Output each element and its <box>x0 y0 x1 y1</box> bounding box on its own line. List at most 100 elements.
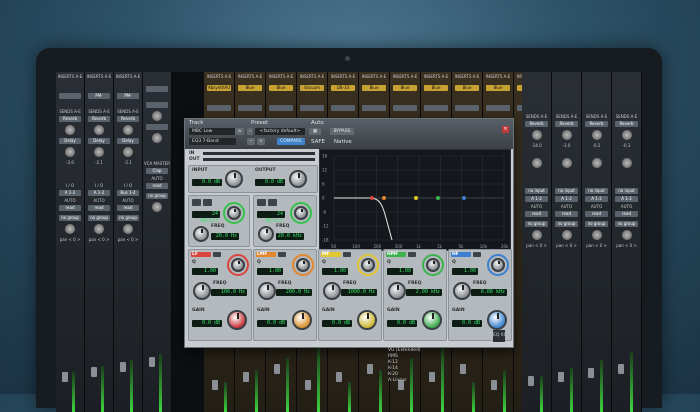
send-slot[interactable] <box>146 102 168 108</box>
hpf-slope-knob[interactable] <box>227 206 241 220</box>
band-shape-icon[interactable] <box>473 252 481 257</box>
io-input[interactable]: no input <box>585 188 608 194</box>
insert-slot-2[interactable] <box>455 105 479 111</box>
preset-minus-button[interactable]: − <box>247 138 255 145</box>
insert-slot[interactable]: Vacuum <box>300 85 324 91</box>
band-handle[interactable] <box>370 196 374 200</box>
auto-mode[interactable]: read <box>585 211 608 217</box>
volume-fader[interactable] <box>618 364 624 374</box>
plugin-selector[interactable]: EQ3 7-Band <box>189 138 236 145</box>
group-slot[interactable]: no group <box>146 193 168 199</box>
send-knob[interactable] <box>531 130 542 140</box>
io-output[interactable]: A 1-2 <box>525 196 548 202</box>
pan-knob[interactable] <box>152 202 162 212</box>
preset-selector[interactable]: <factory default> <box>255 128 305 135</box>
send-knob[interactable] <box>621 130 632 140</box>
insert-slot[interactable]: Blue <box>486 85 510 91</box>
track-selector[interactable]: MBC Low <box>189 128 236 135</box>
auto-mode[interactable]: read <box>59 205 81 211</box>
pan-knob[interactable] <box>65 224 75 234</box>
insert-slot[interactable]: Blue <box>424 85 448 91</box>
pan-knob[interactable] <box>621 230 632 240</box>
group-slot[interactable]: no group <box>525 221 548 227</box>
io-output[interactable]: Bus 1-4 <box>117 190 139 196</box>
delay-slot[interactable]: Delay <box>117 138 139 144</box>
insert-slot[interactable]: Blue <box>455 85 479 91</box>
pan-knob[interactable] <box>94 224 104 234</box>
pan-knob[interactable] <box>561 230 572 240</box>
send-slot[interactable]: Reverb <box>59 116 81 122</box>
lpf-shape-icon[interactable] <box>268 199 277 206</box>
io-input[interactable]: no input <box>555 188 578 194</box>
freq-knob[interactable] <box>453 282 471 300</box>
q-knob[interactable] <box>361 258 375 272</box>
volume-fader[interactable] <box>429 372 435 382</box>
gain-readout[interactable]: 0.0 dB <box>387 320 417 327</box>
hpf-freq-readout[interactable]: 20.0 Hz <box>211 233 239 240</box>
send-knob-2[interactable] <box>621 158 632 168</box>
send-knob[interactable] <box>94 125 104 135</box>
band-shape-icon[interactable] <box>408 252 416 257</box>
delay-slot[interactable]: Delay <box>59 138 81 144</box>
send-knob-2[interactable] <box>65 147 75 157</box>
send-knob[interactable] <box>561 130 572 140</box>
safe-label[interactable]: SAFE <box>311 139 325 145</box>
q-readout[interactable]: 1.00 <box>257 268 283 275</box>
hpf-shape-icon[interactable] <box>203 199 212 206</box>
io-output[interactable]: A 1-2 <box>585 196 608 202</box>
gain-knob[interactable] <box>292 310 312 330</box>
preset-plus-button[interactable]: + <box>257 138 265 145</box>
freq-knob[interactable] <box>193 282 211 300</box>
band-handle[interactable] <box>414 196 418 200</box>
delay-slot[interactable] <box>146 124 168 130</box>
send-knob-2[interactable] <box>591 158 602 168</box>
send-knob[interactable] <box>123 125 133 135</box>
io-input[interactable]: no input <box>525 188 548 194</box>
insert-slot-2[interactable] <box>207 105 231 111</box>
volume-fader[interactable] <box>367 364 373 374</box>
auto-mode[interactable]: read <box>117 205 139 211</box>
band-shape-icon[interactable] <box>278 252 286 257</box>
insert-slot[interactable]: Blue <box>238 85 262 91</box>
q-readout[interactable]: 1.00 <box>387 268 413 275</box>
gain-readout[interactable]: 0.0 dB <box>257 320 287 327</box>
output-readout[interactable]: 0.0 dB <box>255 179 285 186</box>
freq-readout[interactable]: 200.0 Hz <box>276 289 312 296</box>
band-handle[interactable] <box>436 196 440 200</box>
gain-knob[interactable] <box>227 310 247 330</box>
compare-icon-button[interactable]: ▦ <box>309 128 321 135</box>
band-handle[interactable] <box>382 196 386 200</box>
volume-fader[interactable] <box>558 372 564 382</box>
group-slot[interactable]: no group <box>117 215 139 221</box>
insert-slot[interactable]: DB-33 <box>331 85 355 91</box>
insert-slot[interactable]: Blue <box>393 85 417 91</box>
send-knob-2[interactable] <box>123 147 133 157</box>
bypass-button[interactable]: BYPASS <box>330 128 354 135</box>
insert-slot[interactable] <box>146 86 168 92</box>
freq-knob[interactable] <box>388 282 406 300</box>
group-slot[interactable]: no group <box>615 221 638 227</box>
send-knob-2[interactable] <box>531 158 542 168</box>
send-slot[interactable]: Reverb <box>525 121 548 127</box>
q-knob[interactable] <box>296 258 310 272</box>
gain-readout[interactable]: 0.0 dB <box>452 320 482 327</box>
io-input[interactable]: no input <box>615 188 638 194</box>
insert-slot-2[interactable] <box>300 105 324 111</box>
q-knob[interactable] <box>231 258 245 272</box>
insert-slot-2[interactable] <box>238 105 262 111</box>
send-slot[interactable]: Reverb <box>555 121 578 127</box>
volume-fader[interactable] <box>460 364 466 374</box>
send-slot[interactable]: Reverb <box>88 116 110 122</box>
insert-slot-2[interactable] <box>362 105 386 111</box>
eq-response-graph[interactable]: 18 12 6 0 -6 -12 -18 50 100 200 500 1k 2k 5k 10k 20k <box>319 149 511 251</box>
meter-type-option[interactable]: A-Linear <box>388 378 421 384</box>
volume-fader[interactable] <box>305 380 311 390</box>
io-output[interactable]: Clap <box>146 168 168 174</box>
freq-knob[interactable] <box>258 282 276 300</box>
freq-knob[interactable] <box>323 282 341 300</box>
insert-slot[interactable]: PM-Clarinm <box>88 93 110 99</box>
send-knob-2[interactable] <box>152 133 162 143</box>
volume-fader[interactable] <box>336 372 342 382</box>
send-knob-2[interactable] <box>94 147 104 157</box>
group-slot[interactable]: no group <box>59 215 81 221</box>
